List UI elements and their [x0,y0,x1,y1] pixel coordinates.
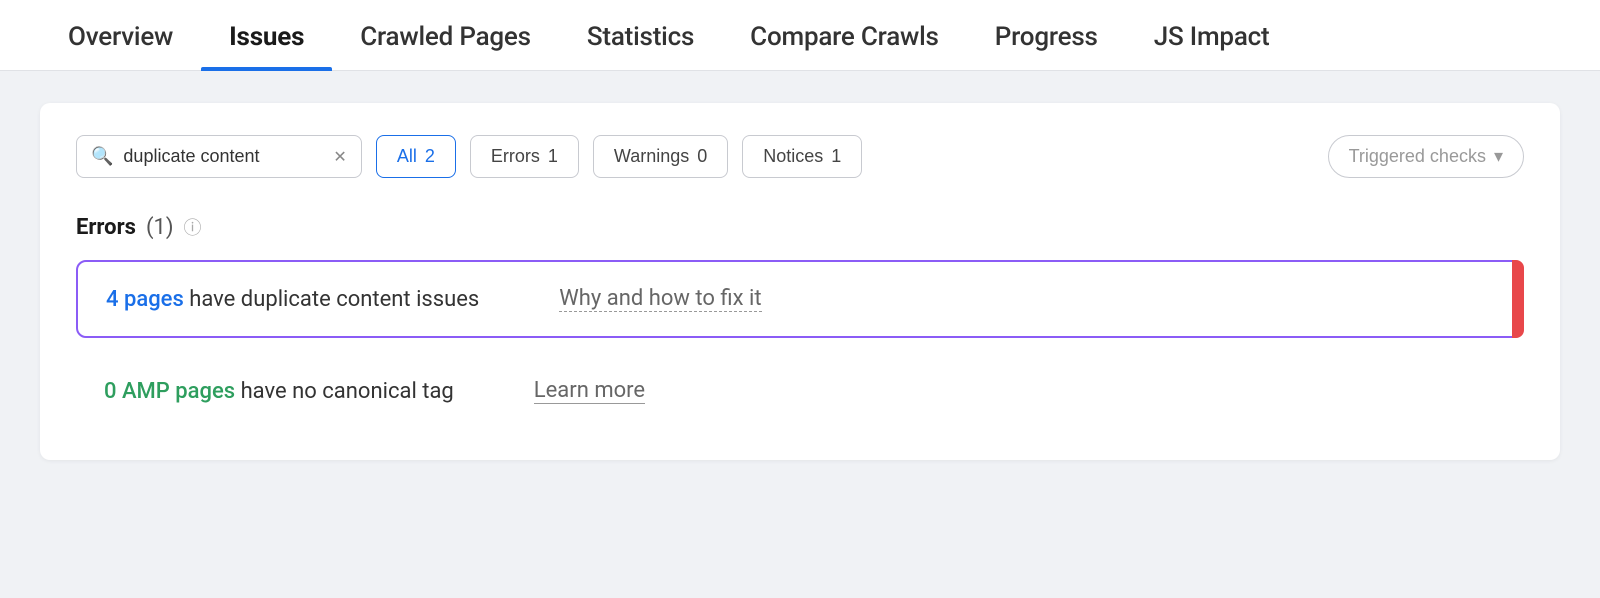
filter-all-count: 2 [425,146,435,167]
filter-all-button[interactable]: All 2 [376,135,456,178]
filter-notices-button[interactable]: Notices 1 [742,135,862,178]
filter-errors-button[interactable]: Errors 1 [470,135,579,178]
tab-progress[interactable]: Progress [967,0,1126,70]
issue-description: have duplicate content issues [184,287,480,312]
tab-issues[interactable]: Issues [201,0,332,70]
notice-row: 0 AMP pages have no canonical tag Learn … [76,354,1524,428]
filter-row: 🔍 ✕ All 2 Errors 1 Warnings 0 Notices 1 [76,135,1524,178]
tab-compare-crawls[interactable]: Compare Crawls [722,0,967,70]
notice-description: have no canonical tag [235,379,454,404]
errors-count: (1) [146,215,174,240]
filter-warnings-button[interactable]: Warnings 0 [593,135,728,178]
search-icon: 🔍 [91,146,113,167]
filter-notices-label: Notices [763,146,823,167]
issue-text: 4 pages have duplicate content issues [106,287,479,312]
main-content: 🔍 ✕ All 2 Errors 1 Warnings 0 Notices 1 [0,71,1600,492]
filter-errors-label: Errors [491,146,540,167]
triggered-checks-button[interactable]: Triggered checks ▾ [1328,135,1524,178]
content-card: 🔍 ✕ All 2 Errors 1 Warnings 0 Notices 1 [40,103,1560,460]
filter-errors-count: 1 [548,146,558,167]
pages-link[interactable]: 4 pages [106,287,184,312]
notice-text: 0 AMP pages have no canonical tag [104,379,454,404]
filter-notices-count: 1 [831,146,841,167]
tab-overview[interactable]: Overview [40,0,201,70]
filter-warnings-count: 0 [697,146,707,167]
search-box: 🔍 ✕ [76,135,362,178]
tab-statistics[interactable]: Statistics [559,0,722,70]
filter-warnings-label: Warnings [614,146,689,167]
info-icon[interactable]: ⓘ [184,214,202,240]
tab-js-impact[interactable]: JS Impact [1126,0,1298,70]
clear-icon[interactable]: ✕ [333,147,346,166]
tab-crawled-pages[interactable]: Crawled Pages [332,0,559,70]
filter-all-label: All [397,146,417,167]
chevron-down-icon: ▾ [1494,146,1503,167]
nav-tabs: Overview Issues Crawled Pages Statistics… [0,0,1600,71]
errors-section-heading: Errors (1) ⓘ [76,214,1524,240]
search-input[interactable] [123,146,323,167]
fix-link[interactable]: Why and how to fix it [559,286,761,312]
errors-title: Errors [76,215,136,240]
learn-more-link[interactable]: Learn more [534,378,645,404]
issue-row: 4 pages have duplicate content issues Wh… [76,260,1524,338]
triggered-checks-label: Triggered checks [1349,146,1486,167]
amp-pages-link[interactable]: 0 AMP pages [104,379,235,404]
